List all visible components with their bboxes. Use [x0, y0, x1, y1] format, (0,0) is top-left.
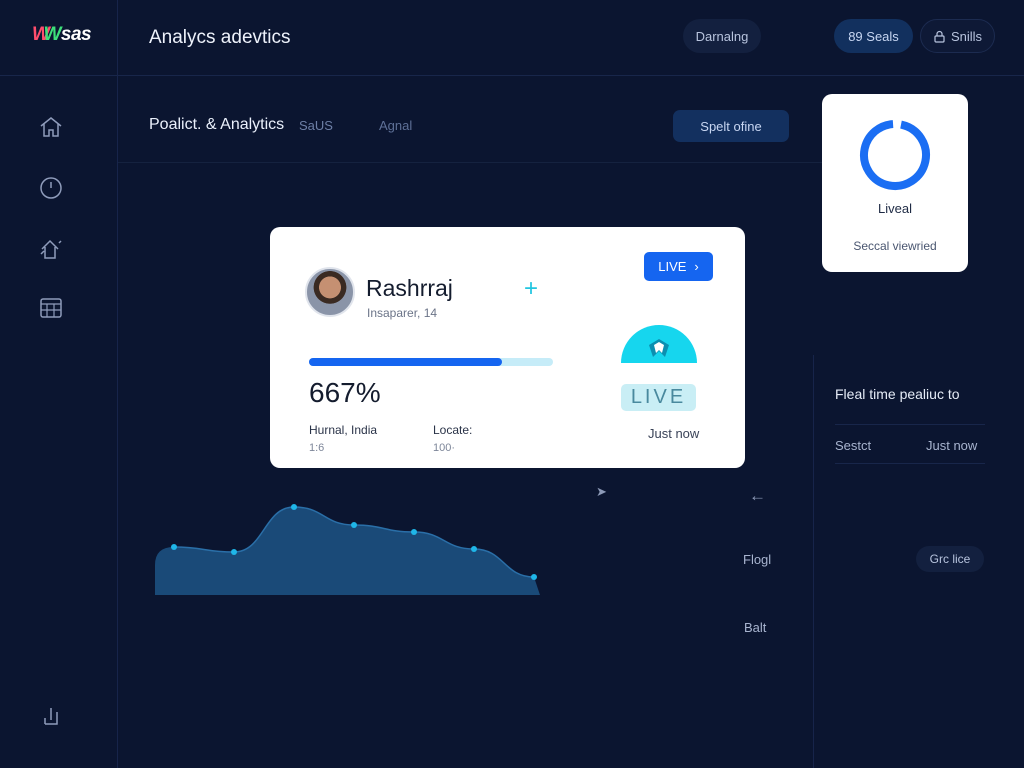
location-label: Hurnal, India: [309, 423, 378, 437]
skills-label: Snills: [950, 28, 983, 44]
bait-label[interactable]: Balt: [744, 620, 766, 635]
realtime-panel-title: Fleal time pealiuc to: [835, 386, 960, 402]
panel-row-time: Just now: [926, 438, 978, 453]
broadcast-icon: [621, 325, 697, 363]
panel-row-label[interactable]: Sestct: [835, 438, 871, 453]
avatar[interactable]: [305, 267, 355, 317]
panel-divider: [835, 424, 985, 425]
back-arrow-icon[interactable]: ←: [749, 486, 766, 506]
timestamp: Just now: [648, 426, 700, 441]
app-logo[interactable]: WWsas: [32, 24, 92, 46]
section-title: Poalict. & Analytics: [149, 116, 285, 133]
chart-point[interactable]: [411, 529, 417, 535]
logo-text: sas: [60, 24, 92, 45]
section-divider: [118, 162, 824, 163]
live-button[interactable]: LIVE ›: [644, 252, 713, 281]
user-subtitle: Insaparer, 14: [367, 306, 438, 320]
chart-point[interactable]: [351, 522, 357, 528]
section-tag[interactable]: SaUS: [299, 118, 333, 133]
add-icon[interactable]: +: [524, 275, 538, 303]
cursor-icon: ➤: [596, 484, 607, 499]
locate-label: Locate:: [433, 423, 473, 437]
seals-button[interactable]: 89 Seals: [834, 19, 913, 53]
live-badge: LIVE: [621, 384, 696, 411]
status-ring-icon: [860, 120, 930, 190]
house-arrows-icon[interactable]: [38, 236, 64, 262]
chart-point[interactable]: [231, 549, 237, 555]
percent-value: 667%: [309, 377, 381, 408]
app-title: Analycs adevtics: [149, 27, 291, 48]
right-panel-divider: [813, 355, 814, 768]
progress-bar: [309, 358, 553, 366]
chevron-right-icon: ›: [694, 259, 699, 274]
top-bar: WWsas Analycs adevtics Darnalng 89 Seals…: [0, 0, 1024, 76]
home-icon[interactable]: [38, 114, 64, 140]
chart-point[interactable]: [471, 546, 477, 552]
location-value: 1:6: [309, 442, 325, 454]
profile-card: Rashrraj Insaparer, 14 + LIVE › 667% Hur…: [270, 227, 745, 468]
skills-button[interactable]: Snills: [920, 19, 995, 53]
section-sub-tab[interactable]: Agnal: [379, 118, 412, 133]
progress-fill: [309, 358, 502, 366]
calendar-icon[interactable]: [38, 295, 64, 321]
chart-point[interactable]: [291, 504, 297, 510]
clock-icon[interactable]: [38, 175, 64, 201]
area-chart: [155, 504, 540, 595]
panel-divider: [835, 463, 985, 464]
chart-point[interactable]: [531, 574, 537, 580]
status-label: Liveal: [878, 201, 912, 216]
darnalng-button[interactable]: Darnalng: [683, 19, 761, 53]
chart-point[interactable]: [171, 544, 177, 550]
locate-value: 100·: [433, 442, 456, 454]
sidebar-divider: [117, 0, 118, 768]
live-button-label: LIVE: [658, 259, 687, 274]
live-status-card[interactable]: Liveal Seccal viewried: [822, 94, 968, 272]
logo-mark-second: W: [43, 24, 61, 45]
flog-label[interactable]: Flogl: [743, 552, 771, 567]
export-icon[interactable]: [38, 704, 64, 730]
status-sub-label: Seccal viewried: [853, 239, 937, 253]
user-name: Rashrraj: [366, 275, 453, 301]
spelt-offline-button[interactable]: Spelt ofine: [673, 110, 789, 142]
grc-lice-button[interactable]: Grc lice: [916, 546, 984, 572]
lock-icon: [934, 30, 945, 43]
